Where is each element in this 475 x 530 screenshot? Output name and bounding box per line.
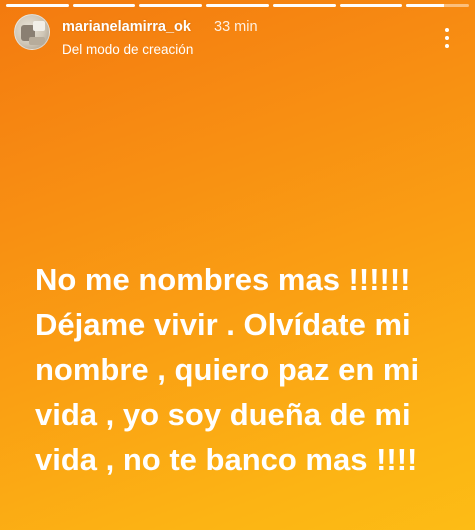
story-text: No me nombres mas !!!!!! Déjame vivir . …: [35, 257, 455, 482]
story-text-line: vida , yo soy dueña de mi: [35, 397, 411, 432]
story-progress-segment: [406, 4, 470, 7]
story-progress-fill: [139, 4, 203, 7]
story-progress-segment: [339, 4, 403, 7]
story-progress-segment: [139, 4, 203, 7]
story-progress-fill: [6, 4, 69, 7]
story-progress-segment: [206, 4, 269, 7]
username-link[interactable]: marianelamirra_ok: [62, 19, 191, 35]
menu-dot: [445, 28, 449, 32]
story-viewer[interactable]: marianelamirra_ok 33 min Del modo de cre…: [0, 0, 475, 530]
story-text-line: nombre , quiero paz en mi: [35, 352, 420, 387]
more-vertical-icon[interactable]: [441, 28, 453, 48]
story-progress-bars: [6, 4, 470, 7]
story-progress-fill: [272, 4, 336, 7]
story-text-line: vida , no te banco mas !!!!: [35, 442, 418, 477]
story-progress-segment: [6, 4, 69, 7]
story-progress-fill: [339, 4, 403, 7]
story-header: marianelamirra_ok 33 min Del modo de cre…: [14, 14, 461, 62]
menu-dot: [445, 36, 449, 40]
story-progress-fill: [206, 4, 269, 7]
avatar[interactable]: [14, 14, 50, 50]
story-progress-fill: [406, 4, 444, 7]
avatar-shape: [29, 37, 45, 45]
menu-dot: [445, 44, 449, 48]
story-text-line: No me nombres mas !!!!!!: [35, 262, 411, 297]
avatar-shape: [33, 21, 45, 31]
story-progress-fill: [72, 4, 136, 7]
creation-mode-label[interactable]: Del modo de creación: [62, 42, 193, 57]
post-timestamp: 33 min: [214, 19, 258, 35]
story-progress-segment: [72, 4, 136, 7]
story-text-line: Déjame vivir . Olvídate mi: [35, 307, 411, 342]
story-progress-segment: [272, 4, 336, 7]
